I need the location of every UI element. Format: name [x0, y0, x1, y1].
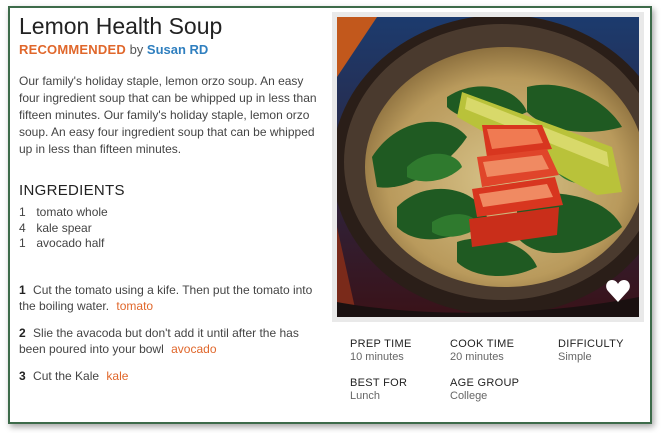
- recipe-media: PREP TIME 10 minutes COOK TIME 20 minute…: [332, 12, 644, 402]
- difficulty: DIFFICULTY Simple: [558, 338, 648, 363]
- step-ingredient-tag[interactable]: tomato: [116, 299, 153, 313]
- age-group-label: AGE GROUP: [450, 377, 520, 389]
- recipe-card: Lemon Health Soup RECOMMENDED by Susan R…: [8, 6, 652, 424]
- ingredient-item: 1 avocado half: [19, 236, 324, 252]
- best-for-label: BEST FOR: [350, 377, 408, 389]
- soup-photo: [337, 17, 639, 317]
- photo-frame: [332, 12, 644, 322]
- cook-time-value: 20 minutes: [450, 351, 504, 363]
- author-link[interactable]: Susan RD: [147, 42, 208, 57]
- age-group-value: College: [450, 390, 488, 402]
- ingredients-list: 1 tomato whole 4 kale spear 1 avocado ha…: [19, 205, 324, 252]
- ingredient-qty: 4: [19, 220, 26, 235]
- step-number: 1: [19, 282, 26, 297]
- step-text: Slie the avacoda but don't add it until …: [19, 325, 299, 356]
- difficulty-value: Simple: [558, 351, 592, 363]
- recipe-title: Lemon Health Soup: [19, 13, 223, 39]
- step-text: Cut the Kale: [33, 368, 100, 383]
- steps-list: 1 Cut the tomato using a kife. Then put …: [19, 282, 324, 384]
- ingredient-name: kale spear: [36, 220, 92, 235]
- ingredient-item: 1 tomato whole: [19, 205, 324, 221]
- recipe-meta: PREP TIME 10 minutes COOK TIME 20 minute…: [332, 338, 644, 402]
- ingredients-heading: INGREDIENTS: [19, 182, 125, 199]
- step-ingredient-tag[interactable]: avocado: [171, 342, 216, 356]
- ingredient-qty: 1: [19, 205, 26, 219]
- step-number: 3: [19, 368, 26, 383]
- best-for: BEST FOR Lunch: [350, 377, 450, 402]
- ingredient-qty: 1: [19, 236, 26, 250]
- heart-icon: [606, 280, 630, 302]
- step-item: 2 Slie the avacoda but don't add it unti…: [19, 325, 324, 357]
- prep-time-value: 10 minutes: [350, 351, 404, 363]
- best-for-value: Lunch: [350, 390, 380, 402]
- cook-time: COOK TIME 20 minutes: [450, 338, 558, 363]
- prep-time: PREP TIME 10 minutes: [350, 338, 450, 363]
- ingredient-item: 4 kale spear: [19, 221, 324, 237]
- step-text: Cut the tomato using a kife. Then put th…: [19, 282, 313, 313]
- ingredient-name: tomato whole: [36, 205, 108, 219]
- favorite-heart-icon[interactable]: [605, 278, 631, 309]
- prep-time-label: PREP TIME: [350, 338, 412, 350]
- difficulty-label: DIFFICULTY: [558, 338, 624, 350]
- recipe-description: Our family's holiday staple, lemon orzo …: [19, 74, 317, 156]
- by-label: by: [129, 42, 144, 57]
- recommended-label: RECOMMENDED: [19, 42, 126, 57]
- cook-time-label: COOK TIME: [450, 338, 515, 350]
- age-group: AGE GROUP College: [450, 377, 558, 402]
- recipe-details: Lemon Health Soup RECOMMENDED by Susan R…: [19, 12, 324, 395]
- step-item: 3 Cut the Kale kale: [19, 368, 324, 384]
- step-ingredient-tag[interactable]: kale: [106, 369, 128, 383]
- step-item: 1 Cut the tomato using a kife. Then put …: [19, 282, 324, 314]
- byline: RECOMMENDED by Susan RD: [19, 42, 324, 57]
- ingredient-name: avocado half: [36, 236, 105, 250]
- soup-illustration: [337, 17, 639, 317]
- step-number: 2: [19, 325, 26, 340]
